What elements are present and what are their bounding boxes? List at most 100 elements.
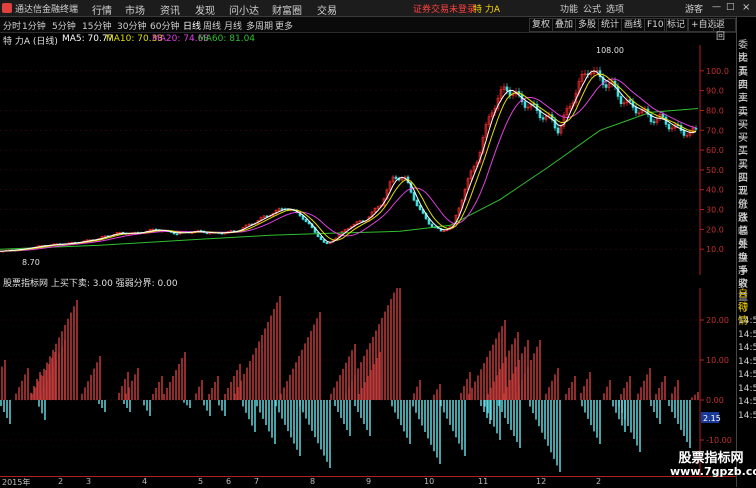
menu-ask[interactable]: 问小达 — [229, 2, 259, 17]
price-tick-label: 30.0 — [706, 206, 724, 215]
ma5-line — [0, 70, 697, 252]
period-5min[interactable]: 5分钟 — [52, 19, 76, 32]
menu-options[interactable]: 选项 — [606, 2, 624, 15]
indicator-tick-label: -10.00 — [706, 436, 732, 445]
candle-body — [319, 236, 323, 241]
value-tag: 2.15 — [703, 414, 721, 423]
candle-body — [667, 124, 671, 130]
candle-body — [634, 107, 638, 114]
side-panel-time: 14:56 — [738, 316, 756, 326]
candle-body — [661, 113, 665, 118]
candle-body — [394, 176, 398, 179]
menu-wealth[interactable]: 财富圈 — [272, 2, 302, 17]
maximize-icon[interactable]: □ — [726, 2, 735, 12]
draw-button[interactable]: 画线 — [621, 18, 646, 32]
period-daily[interactable]: 日线 — [183, 19, 201, 32]
side-panel-time: 14:56 — [738, 397, 756, 407]
candle-body — [619, 96, 623, 104]
side-panel-time: 14:56 — [738, 343, 756, 353]
side-panel-time: 14:56 — [738, 410, 756, 421]
candle-body — [415, 199, 419, 206]
candle-body — [418, 205, 422, 210]
watermark: 股票指标网 www.7gpzb.com — [670, 451, 756, 478]
ma20-line — [0, 78, 697, 252]
candle-body — [604, 84, 608, 88]
stats-button[interactable]: 统计 — [598, 18, 623, 32]
ma-info-bar: 特 力A (日线) MA5: 70.77 MA10: 70.33 MA20: 7… — [0, 33, 700, 47]
period-1min[interactable]: 1分钟 — [22, 19, 46, 32]
indicator-tick-label: 10.00 — [706, 356, 729, 365]
period-15min[interactable]: 15分钟 — [82, 19, 111, 32]
price-tick-label: 40.0 — [706, 186, 724, 195]
menu-quotes[interactable]: 行情 — [92, 2, 112, 17]
ma60-value: MA60: 81.04 — [198, 34, 256, 44]
overlay-button[interactable]: 叠加 — [552, 18, 577, 32]
period-weekly[interactable]: 周线 — [203, 19, 221, 32]
watermark-url: www.7gpzb.com — [670, 465, 756, 478]
price-chart[interactable]: 10.0 20.0 30.0 40.0 50.0 60.0 70.0 80.0 90.0 100.… — [0, 45, 736, 275]
candle-body — [523, 101, 527, 108]
date-tick-label: 10 — [424, 477, 435, 486]
date-tick-label: 2015年 — [2, 478, 31, 487]
date-tick-label: 8 — [310, 477, 316, 486]
period-monthly[interactable]: 月线 — [224, 19, 242, 32]
date-tick-label: 12 — [536, 477, 547, 486]
period-more[interactable]: 更多 — [275, 19, 293, 32]
period-tick[interactable]: 分时 — [3, 19, 21, 32]
period-multi[interactable]: 多周期 — [246, 19, 273, 32]
price-tick-label: 100.0 — [706, 67, 729, 76]
rights-button[interactable]: 复权 — [529, 18, 554, 32]
side-panel-time: 14:56 — [738, 383, 756, 394]
app-logo-icon — [2, 3, 12, 13]
login-notice[interactable]: 证券交易未登录 — [413, 2, 476, 15]
date-tick-label: 11 — [478, 477, 489, 486]
candle-body — [430, 223, 434, 228]
date-tick-label: 3 — [86, 477, 92, 486]
candle-body — [175, 233, 179, 236]
candle-body — [694, 127, 698, 130]
stock-name: 特 力A — [473, 5, 501, 15]
watermark-text: 股票指标网 — [678, 451, 744, 466]
candle-body — [541, 117, 545, 120]
menu-formula[interactable]: 公式 — [583, 2, 601, 15]
candle-body — [322, 239, 326, 243]
period-30min[interactable]: 30分钟 — [117, 19, 146, 32]
period-60min[interactable]: 60分钟 — [150, 19, 179, 32]
guest-label[interactable]: 游客 — [685, 2, 703, 15]
indicator-tick-label: 0.00 — [706, 396, 724, 405]
menu-market[interactable]: 市场 — [125, 2, 145, 17]
side-panel-time: 14:56 — [738, 370, 756, 380]
price-tick-label: 50.0 — [706, 166, 724, 175]
menu-news[interactable]: 资讯 — [160, 2, 180, 17]
app-title: 通达信金融终端 — [15, 5, 79, 15]
mark-button[interactable]: 标记 — [664, 18, 689, 32]
close-icon[interactable]: × — [742, 2, 750, 13]
price-tick-label: 20.0 — [706, 225, 724, 234]
indicator-tick-label: 20.00 — [706, 316, 729, 325]
menu-discover[interactable]: 发现 — [195, 2, 215, 17]
date-axis: 2015年 2 3 4 5 6 7 8 9 10 11 12 2 — [0, 476, 736, 488]
date-tick-label: 4 — [142, 477, 148, 486]
date-tick-label: 6 — [226, 477, 232, 486]
candle-body — [325, 242, 329, 245]
candle-body — [652, 121, 656, 124]
date-tick-label: 5 — [198, 477, 204, 486]
price-tick-label: 60.0 — [706, 146, 724, 155]
back-button[interactable]: 返回 — [713, 18, 736, 42]
candle-body — [280, 208, 284, 210]
side-panel-time: 14:56 — [738, 356, 756, 367]
side-panel-time: 14:56 — [738, 329, 756, 340]
price-tick-label: 70.0 — [706, 126, 724, 135]
date-tick-label: 2 — [58, 477, 64, 486]
top-menu-bar: 通达信金融终端 行情 市场 资讯 发现 问小达 财富圈 交易 证券交易未登录 特… — [0, 0, 756, 17]
menu-function[interactable]: 功能 — [560, 2, 578, 15]
multi-stock-button[interactable]: 多股 — [575, 18, 600, 32]
menu-trade[interactable]: 交易 — [317, 2, 337, 17]
candle-body — [682, 130, 686, 136]
indicator-chart[interactable]: 20.00 10.00 0.00 -10.00 2.15 — [0, 288, 736, 476]
minimize-icon[interactable]: — — [712, 2, 721, 12]
quote-side-panel: 委比 卖五 卖四 卖三 卖二 卖一 买一 买二 买三 买四 买五 现价 涨跌 涨幅 总量 外盘 换手 净资 收益 自动… — [736, 17, 756, 487]
date-tick-label: 9 — [366, 477, 372, 486]
candle-body — [505, 86, 509, 91]
price-tick-label: 10.0 — [706, 245, 724, 254]
